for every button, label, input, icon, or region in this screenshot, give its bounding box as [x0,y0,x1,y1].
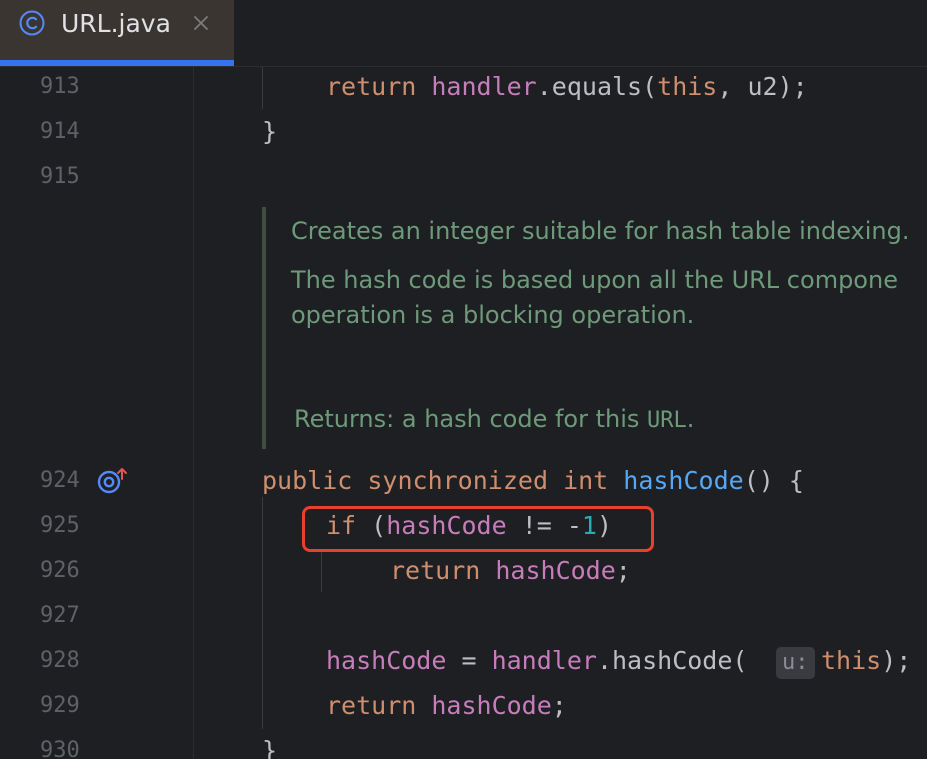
tab-url-java[interactable]: URL.java [0,0,234,60]
line-number: 913 [40,74,80,99]
class-c-icon [19,10,45,36]
implemented-method-icon[interactable] [97,466,129,496]
code-line-929: return hashCode; [326,691,567,720]
code-editor[interactable]: 913 914 915 924 925 926 927 928 929 930 … [0,67,927,759]
parameter-hint: u: [776,647,815,679]
line-number: 914 [40,119,80,144]
gutter-divider [193,67,194,759]
doc-returns: Returns: a hash code for this URL. [294,405,695,433]
line-number: 926 [40,558,80,583]
line-number: 915 [40,164,80,189]
code-line-913: return handler.equals(this, u2); [326,72,808,101]
doc-line-2: The hash code is based upon all the URL … [291,266,898,294]
indent-guide [262,497,263,729]
line-number: 927 [40,603,80,628]
doc-line-3: operation is a blocking operation. [291,301,695,329]
code-line-924: public synchronized int hashCode() { [262,466,804,495]
tab-label: URL.java [61,9,171,38]
code-line-928: hashCode = handler.hashCode( [326,646,748,675]
code-line-926: return hashCode; [390,556,631,585]
doc-comment-bar [262,207,266,449]
code-line-930: } [262,736,278,759]
line-number: 924 [40,468,80,493]
code-line-914: } [262,117,278,146]
code-line-928-tail: this); [821,646,912,675]
line-number: 929 [40,693,80,718]
line-number: 925 [40,513,80,538]
indent-guide [262,67,263,109]
editor-tab-bar: URL.java [0,0,927,67]
highlight-box [302,506,654,552]
line-number: 930 [40,738,80,759]
doc-line-1: Creates an integer suitable for hash tab… [291,217,910,245]
tab-active-indicator [0,60,234,66]
indent-guide [321,552,322,592]
ide-window: URL.java 913 914 915 924 925 926 927 928… [0,0,927,759]
line-number: 928 [40,648,80,673]
close-icon[interactable] [191,13,211,33]
